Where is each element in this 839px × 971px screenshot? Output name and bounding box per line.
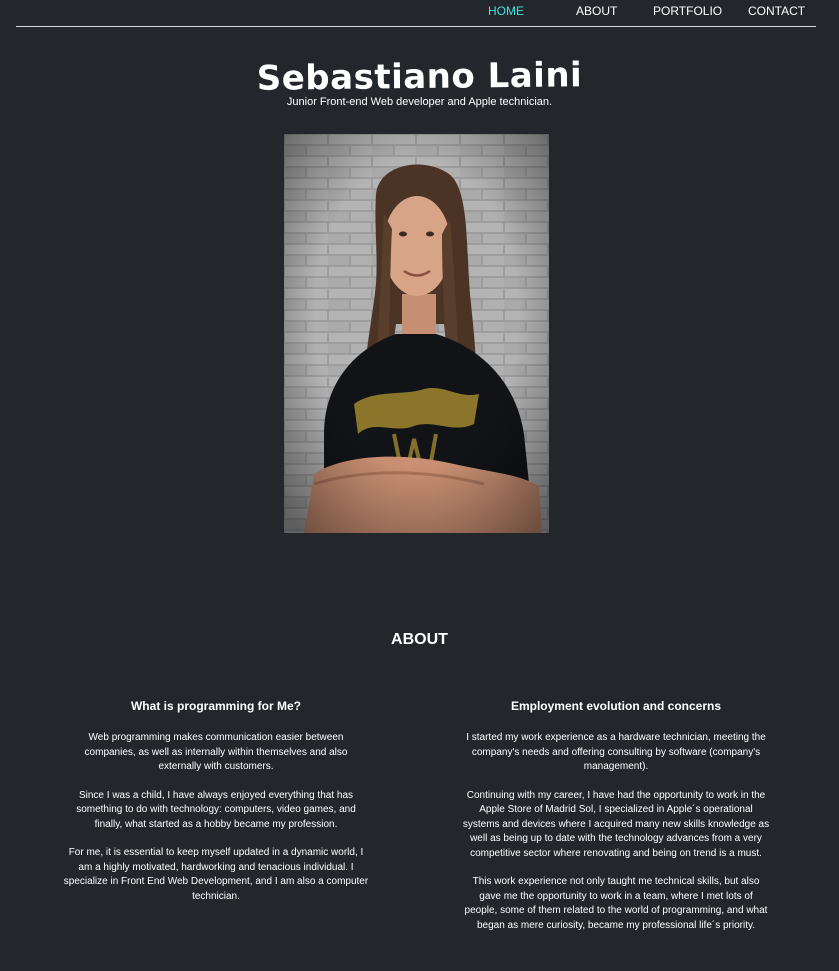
nav-portfolio-link[interactable]: PORTFOLIO (653, 4, 722, 18)
programming-paragraph-1: Web programming makes communication easi… (84, 732, 348, 772)
programming-paragraph-3: For me, it is essential to keep myself u… (63, 847, 369, 902)
programming-paragraph-2: Since I was a child, I have always enjoy… (76, 789, 356, 830)
top-nav: HOME ABOUT PORTFOLIO CONTACT (0, 0, 839, 26)
employment-paragraph-3: This work experience not only taught me … (464, 876, 768, 931)
nav-divider (16, 26, 816, 27)
nav-contact-link[interactable]: CONTACT (748, 4, 805, 18)
page-subtitle: Junior Front-end Web developer and Apple… (286, 96, 553, 108)
employment-paragraph-2: Continuing with my career, I have had th… (462, 789, 770, 859)
programming-title: What is programming for Me? (130, 699, 301, 713)
nav-home-link[interactable]: HOME (488, 4, 524, 18)
nav-about-link[interactable]: ABOUT (576, 4, 617, 18)
about-heading: ABOUT (391, 631, 448, 649)
page-title: Sebastiano Laini (256, 55, 583, 99)
employment-title: Employment evolution and concerns (510, 699, 722, 713)
employment-paragraph-1: I started my work experience as a hardwa… (466, 732, 766, 772)
profile-photo (284, 134, 549, 533)
about-programming-section: What is programming for Me? Web programm… (62, 699, 370, 918)
about-employment-section: Employment evolution and concerns I star… (462, 699, 770, 947)
